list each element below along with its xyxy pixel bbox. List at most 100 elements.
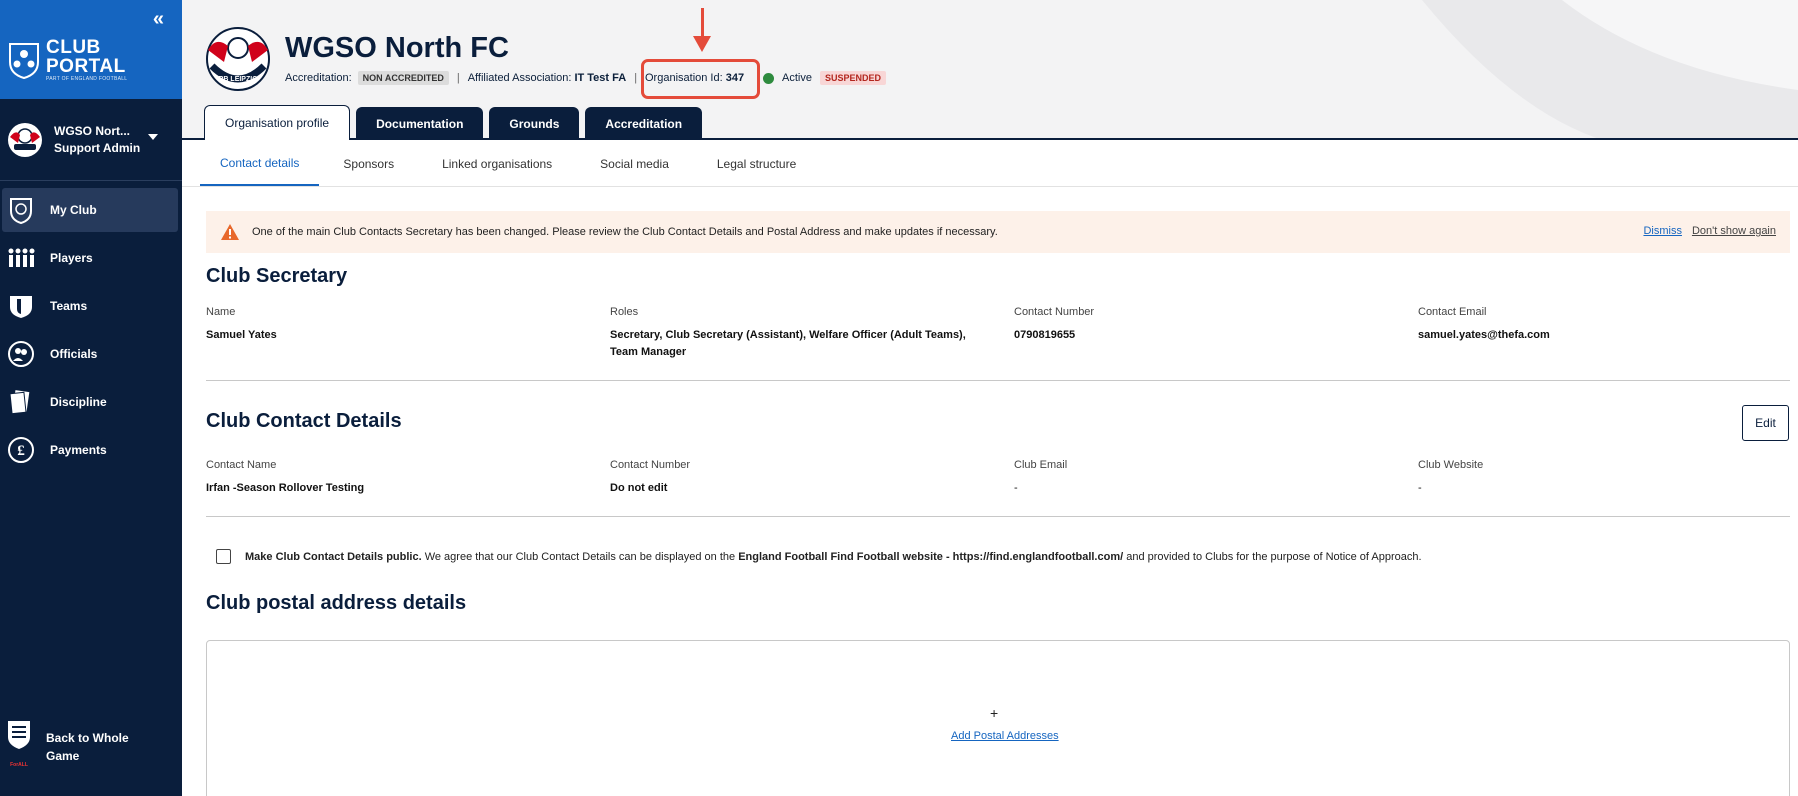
crest-text: RB LEIPZIG bbox=[218, 76, 258, 83]
secretary-roles-value-line2: Team Manager bbox=[610, 346, 687, 358]
caret-down-icon[interactable] bbox=[148, 134, 158, 140]
subtab-legal-structure[interactable]: Legal structure bbox=[693, 142, 820, 186]
contact-number-value: Do not edit bbox=[610, 482, 668, 494]
portal-subtitle: PART OF ENGLAND FOOTBALL bbox=[46, 76, 128, 82]
sidebar-item-payments[interactable]: £ Payments bbox=[2, 428, 178, 472]
club-contact-details-title: Club Contact Details bbox=[206, 410, 402, 432]
shield-icon bbox=[6, 195, 36, 225]
tab-accreditation[interactable]: Accreditation bbox=[585, 107, 703, 140]
back-to-whole-game-link[interactable]: ForALL Back to Whole Game bbox=[6, 719, 129, 774]
dismiss-link[interactable]: Dismiss bbox=[1643, 225, 1682, 237]
organisation-id: Organisation Id: 347 bbox=[645, 72, 744, 84]
sidebar-item-label: Payments bbox=[50, 443, 107, 457]
sidebar-nav: My Club Players Teams Officials Discipli… bbox=[0, 188, 182, 472]
secretary-roles-value: Secretary, Club Secretary (Assistant), W… bbox=[610, 329, 966, 341]
secretary-name-value: Samuel Yates bbox=[206, 329, 277, 341]
accreditation-label: Accreditation: bbox=[285, 72, 352, 84]
club-website-value: - bbox=[1418, 482, 1422, 494]
warning-icon bbox=[221, 224, 239, 240]
tab-documentation[interactable]: Documentation bbox=[356, 107, 484, 140]
sidebar-item-label: Players bbox=[50, 251, 93, 265]
postal-address-box: + Add Postal Addresses bbox=[206, 640, 1790, 796]
secretary-name-label: Name bbox=[206, 306, 236, 318]
postal-address-title: Club postal address details bbox=[206, 592, 467, 614]
sidebar-item-label: Officials bbox=[50, 347, 98, 361]
status-badge: SUSPENDED bbox=[819, 71, 886, 85]
status-label: Active bbox=[782, 72, 812, 84]
sidebar-item-my-club[interactable]: My Club bbox=[2, 188, 178, 232]
fa-logo: ForALL bbox=[6, 719, 32, 774]
divider bbox=[206, 516, 1790, 517]
separator: | bbox=[634, 72, 638, 84]
sidebar-item-discipline[interactable]: Discipline bbox=[2, 380, 178, 424]
club-avatar bbox=[8, 122, 42, 157]
portal-title-line1: CLUB bbox=[46, 37, 101, 58]
subtab-social-media[interactable]: Social media bbox=[576, 142, 693, 186]
subtab-contact-details[interactable]: Contact details bbox=[200, 142, 320, 186]
contact-details: Contact Name Irfan -Season Rollover Test… bbox=[206, 459, 1790, 497]
club-website-label: Club Website bbox=[1418, 459, 1484, 471]
status-indicator: Active SUSPENDED bbox=[782, 71, 886, 85]
sidebar: « CLUB PORTAL PART OF ENGLAND FOOTBALL W… bbox=[0, 0, 182, 796]
sidebar-item-players[interactable]: Players bbox=[2, 236, 178, 280]
accreditation-badge: NON ACCREDITED bbox=[357, 71, 449, 85]
public-consent-row: Make Club Contact Details public. We agr… bbox=[216, 549, 1422, 564]
annotation-arrow bbox=[701, 8, 704, 38]
status-dot-icon bbox=[763, 73, 774, 84]
user-role: Support Admin bbox=[54, 140, 141, 155]
club-secretary-title: Club Secretary bbox=[206, 265, 348, 287]
players-icon bbox=[6, 243, 36, 273]
back-label-line2: Game bbox=[46, 748, 80, 763]
user-club-name: WGSO Nort... bbox=[54, 123, 130, 138]
public-consent-checkbox[interactable] bbox=[216, 549, 231, 564]
secretary-number-label: Contact Number bbox=[1014, 306, 1095, 318]
sidebar-item-label: Discipline bbox=[50, 395, 107, 409]
portal-header: « CLUB PORTAL PART OF ENGLAND FOOTBALL bbox=[0, 0, 182, 99]
officials-icon bbox=[6, 339, 36, 369]
secretary-roles-label: Roles bbox=[610, 306, 639, 318]
club-crest: RB LEIPZIG bbox=[202, 26, 274, 92]
secretary-details: Name Samuel Yates Roles Secretary, Club … bbox=[206, 306, 1790, 361]
contact-name-value: Irfan -Season Rollover Testing bbox=[206, 482, 365, 494]
team-shirt-icon bbox=[6, 291, 36, 321]
secretary-email-label: Contact Email bbox=[1418, 306, 1487, 318]
add-postal-address-link[interactable]: Add Postal Addresses bbox=[951, 730, 1059, 742]
club-meta-row: Accreditation: NON ACCREDITED | Affiliat… bbox=[285, 71, 645, 85]
tab-grounds[interactable]: Grounds bbox=[489, 107, 580, 140]
subtab-linked-organisations[interactable]: Linked organisations bbox=[418, 142, 576, 186]
consent-text1: We agree that our Club Contact Details c… bbox=[421, 550, 739, 563]
tab-organisation-profile[interactable]: Organisation profile bbox=[204, 105, 351, 140]
warning-alert: One of the main Club Contacts Secretary … bbox=[206, 211, 1790, 253]
separator: | bbox=[456, 72, 460, 84]
plus-icon[interactable]: + bbox=[990, 705, 998, 721]
divider bbox=[206, 380, 1790, 381]
consent-lead: Make Club Contact Details public. bbox=[245, 550, 422, 563]
pound-icon: £ bbox=[6, 435, 36, 465]
sidebar-item-teams[interactable]: Teams bbox=[2, 284, 178, 328]
consent-text2: and provided to Clubs for the purpose of… bbox=[1123, 550, 1422, 563]
user-switcher[interactable]: WGSO Nort... Support Admin bbox=[0, 99, 182, 181]
cards-icon bbox=[6, 387, 36, 417]
contact-name-label: Contact Name bbox=[206, 459, 277, 471]
lions-crest-icon bbox=[9, 43, 39, 80]
org-id-value: 347 bbox=[725, 72, 745, 84]
svg-text:£: £ bbox=[17, 443, 25, 459]
annotation-arrow-head bbox=[693, 36, 711, 52]
double-chevron-left-icon[interactable]: « bbox=[153, 8, 164, 31]
portal-title-line2: PORTAL bbox=[46, 56, 126, 77]
affiliated-label: Affiliated Association: bbox=[467, 72, 572, 84]
page-title: WGSO North FC bbox=[285, 32, 509, 64]
dont-show-again-link[interactable]: Don't show again bbox=[1692, 225, 1776, 237]
org-id-label: Organisation Id: bbox=[645, 72, 723, 84]
secretary-number-value: 0790819655 bbox=[1014, 329, 1076, 341]
back-label-line1: Back to Whole bbox=[46, 730, 129, 745]
club-email-value: - bbox=[1014, 482, 1018, 494]
fa-logo-text: ForALL bbox=[10, 762, 28, 768]
edit-button[interactable]: Edit bbox=[1742, 405, 1789, 441]
main-content: RB LEIPZIG WGSO North FC Accreditation: … bbox=[182, 0, 1798, 796]
affiliated-value: IT Test FA bbox=[574, 72, 627, 84]
subtab-sponsors[interactable]: Sponsors bbox=[319, 142, 418, 186]
sidebar-item-officials[interactable]: Officials bbox=[2, 332, 178, 376]
sidebar-item-label: Teams bbox=[50, 299, 88, 313]
club-portal-logo[interactable]: CLUB PORTAL PART OF ENGLAND FOOTBALL bbox=[6, 38, 127, 82]
